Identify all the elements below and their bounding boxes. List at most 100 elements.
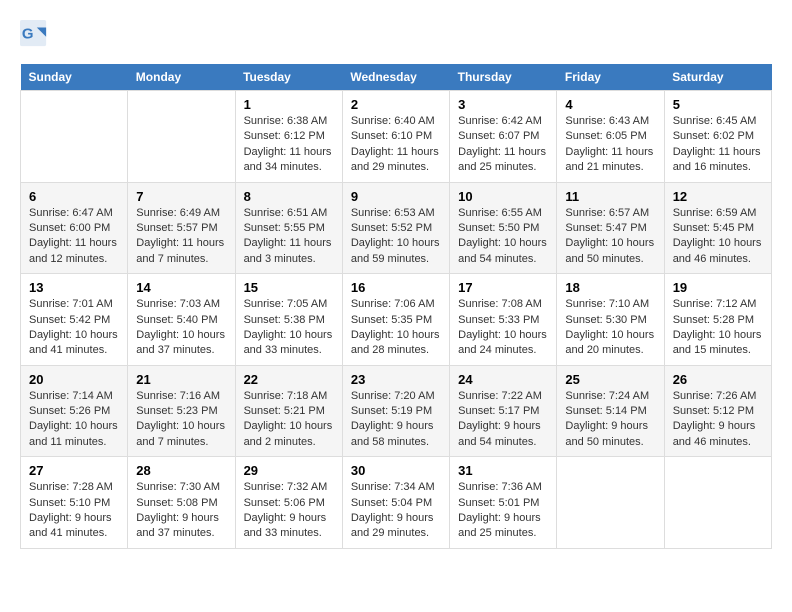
calendar-cell: 1 Sunrise: 6:38 AM Sunset: 6:12 PM Daylig… (235, 91, 342, 183)
calendar-cell: 7 Sunrise: 6:49 AM Sunset: 5:57 PM Daylig… (128, 182, 235, 274)
day-number: 21 (136, 372, 226, 387)
day-info: Sunrise: 7:01 AM Sunset: 5:42 PM Dayligh… (29, 297, 119, 359)
calendar-cell: 29Sunrise: 7:32 AM Sunset: 5:06 PM Dayli… (235, 457, 342, 549)
day-number: 2 (351, 97, 441, 112)
calendar-cell: 19Sunrise: 7:12 AM Sunset: 5:28 PM Dayli… (664, 274, 771, 366)
day-info: Sunrise: 7:22 AM Sunset: 5:17 PM Dayligh… (458, 389, 548, 451)
day-info: Sunrise: 7:30 AM Sunset: 5:08 PM Dayligh… (136, 480, 226, 542)
calendar-week-3: 13 Sunrise: 7:01 AM Sunset: 5:42 PM Dayli… (21, 274, 772, 366)
day-number: 16 (351, 280, 441, 295)
calendar-cell: 8 Sunrise: 6:51 AM Sunset: 5:55 PM Daylig… (235, 182, 342, 274)
day-info: Sunrise: 7:20 AM Sunset: 5:19 PM Dayligh… (351, 389, 441, 451)
day-header-tuesday: Tuesday (235, 64, 342, 91)
calendar-cell: 26Sunrise: 7:26 AM Sunset: 5:12 PM Dayli… (664, 365, 771, 457)
calendar-week-5: 27 Sunrise: 7:28 AM Sunset: 5:10 PM Dayli… (21, 457, 772, 549)
day-info: Sunrise: 7:26 AM Sunset: 5:12 PM Dayligh… (673, 389, 763, 451)
calendar-cell: 24Sunrise: 7:22 AM Sunset: 5:17 PM Dayli… (450, 365, 557, 457)
calendar-cell: 25 Sunrise: 7:24 AM Sunset: 5:14 PM Dayli… (557, 365, 664, 457)
logo: G (20, 20, 52, 48)
calendar-week-1: 1 Sunrise: 6:38 AM Sunset: 6:12 PM Daylig… (21, 91, 772, 183)
day-info: Sunrise: 7:05 AM Sunset: 5:38 PM Dayligh… (244, 297, 334, 359)
day-number: 19 (673, 280, 763, 295)
calendar-cell: 20 Sunrise: 7:14 AM Sunset: 5:26 PM Dayli… (21, 365, 128, 457)
day-info: Sunrise: 6:40 AM Sunset: 6:10 PM Dayligh… (351, 114, 441, 176)
day-number: 30 (351, 463, 441, 478)
calendar-cell: 13 Sunrise: 7:01 AM Sunset: 5:42 PM Dayli… (21, 274, 128, 366)
day-number: 7 (136, 189, 226, 204)
calendar-week-4: 20 Sunrise: 7:14 AM Sunset: 5:26 PM Dayli… (21, 365, 772, 457)
header-row: SundayMondayTuesdayWednesdayThursdayFrid… (21, 64, 772, 91)
day-number: 18 (565, 280, 655, 295)
day-number: 17 (458, 280, 548, 295)
day-info: Sunrise: 7:18 AM Sunset: 5:21 PM Dayligh… (244, 389, 334, 451)
day-number: 27 (29, 463, 119, 478)
day-number: 23 (351, 372, 441, 387)
day-number: 9 (351, 189, 441, 204)
day-number: 8 (244, 189, 334, 204)
calendar-cell: 16 Sunrise: 7:06 AM Sunset: 5:35 PM Dayli… (342, 274, 449, 366)
day-info: Sunrise: 6:45 AM Sunset: 6:02 PM Dayligh… (673, 114, 763, 176)
day-info: Sunrise: 7:10 AM Sunset: 5:30 PM Dayligh… (565, 297, 655, 359)
day-info: Sunrise: 6:53 AM Sunset: 5:52 PM Dayligh… (351, 206, 441, 268)
day-number: 20 (29, 372, 119, 387)
svg-text:G: G (22, 26, 34, 43)
day-number: 14 (136, 280, 226, 295)
day-number: 1 (244, 97, 334, 112)
day-number: 15 (244, 280, 334, 295)
day-info: Sunrise: 6:55 AM Sunset: 5:50 PM Dayligh… (458, 206, 548, 268)
day-info: Sunrise: 7:03 AM Sunset: 5:40 PM Dayligh… (136, 297, 226, 359)
day-header-saturday: Saturday (664, 64, 771, 91)
day-info: Sunrise: 6:51 AM Sunset: 5:55 PM Dayligh… (244, 206, 334, 268)
calendar-cell: 17 Sunrise: 7:08 AM Sunset: 5:33 PM Dayli… (450, 274, 557, 366)
calendar-cell: 6Sunrise: 6:47 AM Sunset: 6:00 PM Daylig… (21, 182, 128, 274)
day-header-wednesday: Wednesday (342, 64, 449, 91)
day-info: Sunrise: 7:16 AM Sunset: 5:23 PM Dayligh… (136, 389, 226, 451)
page-header: G (20, 20, 772, 48)
day-info: Sunrise: 7:08 AM Sunset: 5:33 PM Dayligh… (458, 297, 548, 359)
day-info: Sunrise: 7:24 AM Sunset: 5:14 PM Dayligh… (565, 389, 655, 451)
calendar-cell: 22 Sunrise: 7:18 AM Sunset: 5:21 PM Dayli… (235, 365, 342, 457)
day-number: 11 (565, 189, 655, 204)
calendar-cell: 4 Sunrise: 6:43 AM Sunset: 6:05 PM Daylig… (557, 91, 664, 183)
day-number: 6 (29, 189, 119, 204)
calendar-cell: 14 Sunrise: 7:03 AM Sunset: 5:40 PM Dayli… (128, 274, 235, 366)
day-info: Sunrise: 6:42 AM Sunset: 6:07 PM Dayligh… (458, 114, 548, 176)
calendar-cell (664, 457, 771, 549)
day-info: Sunrise: 7:28 AM Sunset: 5:10 PM Dayligh… (29, 480, 119, 542)
calendar-cell: 10 Sunrise: 6:55 AM Sunset: 5:50 PM Dayli… (450, 182, 557, 274)
day-info: Sunrise: 6:57 AM Sunset: 5:47 PM Dayligh… (565, 206, 655, 268)
calendar-cell: 11 Sunrise: 6:57 AM Sunset: 5:47 PM Dayli… (557, 182, 664, 274)
calendar-cell: 30Sunrise: 7:34 AM Sunset: 5:04 PM Dayli… (342, 457, 449, 549)
calendar-cell: 9 Sunrise: 6:53 AM Sunset: 5:52 PM Daylig… (342, 182, 449, 274)
calendar-week-2: 6Sunrise: 6:47 AM Sunset: 6:00 PM Daylig… (21, 182, 772, 274)
day-number: 25 (565, 372, 655, 387)
calendar-cell: 2 Sunrise: 6:40 AM Sunset: 6:10 PM Daylig… (342, 91, 449, 183)
day-number: 22 (244, 372, 334, 387)
day-number: 31 (458, 463, 548, 478)
calendar-cell: 5 Sunrise: 6:45 AM Sunset: 6:02 PM Daylig… (664, 91, 771, 183)
day-number: 10 (458, 189, 548, 204)
day-header-sunday: Sunday (21, 64, 128, 91)
calendar-cell: 18 Sunrise: 7:10 AM Sunset: 5:30 PM Dayli… (557, 274, 664, 366)
day-number: 5 (673, 97, 763, 112)
day-header-monday: Monday (128, 64, 235, 91)
day-number: 12 (673, 189, 763, 204)
day-info: Sunrise: 6:59 AM Sunset: 5:45 PM Dayligh… (673, 206, 763, 268)
day-number: 4 (565, 97, 655, 112)
calendar-cell: 28Sunrise: 7:30 AM Sunset: 5:08 PM Dayli… (128, 457, 235, 549)
calendar-cell: 21 Sunrise: 7:16 AM Sunset: 5:23 PM Dayli… (128, 365, 235, 457)
calendar-cell (128, 91, 235, 183)
calendar-cell (21, 91, 128, 183)
day-header-thursday: Thursday (450, 64, 557, 91)
day-info: Sunrise: 6:38 AM Sunset: 6:12 PM Dayligh… (244, 114, 334, 176)
day-header-friday: Friday (557, 64, 664, 91)
day-info: Sunrise: 7:14 AM Sunset: 5:26 PM Dayligh… (29, 389, 119, 451)
day-number: 3 (458, 97, 548, 112)
calendar-cell: 31Sunrise: 7:36 AM Sunset: 5:01 PM Dayli… (450, 457, 557, 549)
day-number: 13 (29, 280, 119, 295)
calendar-table: SundayMondayTuesdayWednesdayThursdayFrid… (20, 64, 772, 549)
calendar-cell: 27 Sunrise: 7:28 AM Sunset: 5:10 PM Dayli… (21, 457, 128, 549)
day-info: Sunrise: 6:43 AM Sunset: 6:05 PM Dayligh… (565, 114, 655, 176)
day-info: Sunrise: 6:49 AM Sunset: 5:57 PM Dayligh… (136, 206, 226, 268)
day-info: Sunrise: 7:06 AM Sunset: 5:35 PM Dayligh… (351, 297, 441, 359)
